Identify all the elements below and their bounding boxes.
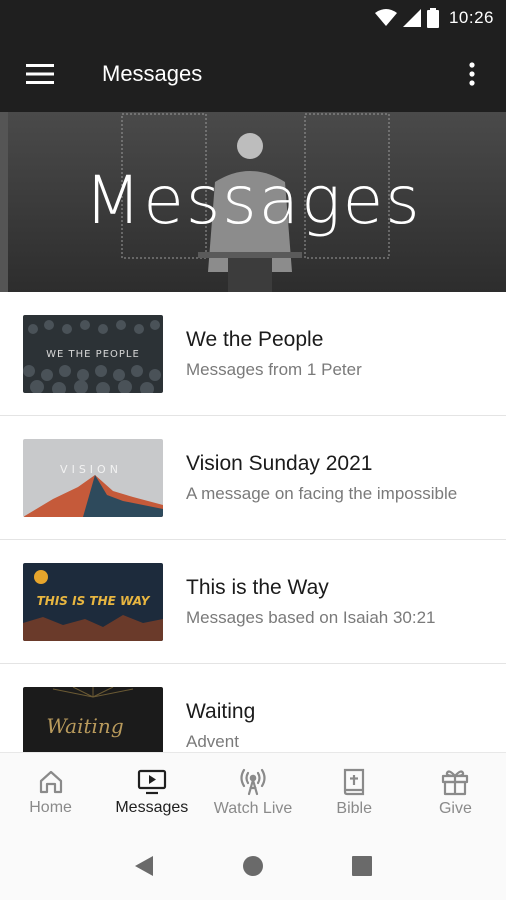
series-thumbnail: Waiting — [23, 686, 163, 752]
series-thumbnail: VISION — [23, 438, 163, 517]
thumb-caption: Waiting — [46, 714, 123, 738]
hamburger-menu-icon — [26, 64, 54, 84]
menu-button[interactable] — [0, 36, 80, 112]
list-item[interactable]: THIS IS THE WAY This is the Way Messages… — [0, 540, 506, 664]
list-item-subtitle: Messages from 1 Peter — [186, 359, 362, 379]
nav-label: Give — [438, 799, 472, 817]
list-item-title: We the People — [186, 327, 324, 351]
back-triangle-icon — [135, 856, 154, 876]
bottom-navigation: Home Messages Watch Live Bible Give — [0, 752, 506, 832]
home-button[interactable] — [233, 846, 273, 886]
list-item-text: Waiting Advent — [186, 700, 506, 752]
more-vert-icon — [469, 62, 475, 86]
thumb-caption: VISION — [60, 463, 122, 476]
list-item-title: Waiting — [186, 699, 256, 723]
list-item[interactable]: VISION Vision Sunday 2021 A message on f… — [0, 416, 506, 540]
gift-icon — [442, 769, 469, 795]
broadcast-icon — [240, 768, 266, 795]
nav-label: Watch Live — [213, 799, 293, 817]
nav-item-watch-live[interactable]: Watch Live — [202, 753, 303, 832]
home-circle-icon — [242, 856, 263, 876]
nav-item-bible[interactable]: Bible — [304, 753, 405, 832]
signal-icon — [402, 9, 421, 27]
list-item-subtitle: A message on facing the impossible — [186, 483, 458, 503]
thumb-caption: THIS IS THE WAY — [37, 594, 151, 608]
nav-item-home[interactable]: Home — [0, 753, 101, 832]
system-navigation-bar — [0, 832, 506, 900]
recents-square-icon — [351, 856, 372, 876]
status-bar: 10:26 — [0, 0, 506, 36]
series-thumbnail: WE THE PEOPLE — [23, 314, 163, 393]
list-item-subtitle: Advent — [186, 731, 239, 751]
app-bar: Messages — [0, 36, 506, 112]
list-item-text: We the People Messages from 1 Peter — [186, 328, 506, 380]
bible-icon — [344, 768, 365, 795]
nav-label: Home — [29, 798, 72, 816]
wifi-icon — [374, 9, 397, 26]
list-item[interactable]: WE THE PEOPLE We the People Messages fro… — [0, 292, 506, 416]
hero-banner: Messages — [0, 112, 506, 292]
list-item-subtitle: Messages based on Isaiah 30:21 — [186, 607, 436, 627]
overflow-menu-button[interactable] — [452, 54, 492, 94]
list-item-text: Vision Sunday 2021 A message on facing t… — [186, 452, 506, 504]
message-series-list: WE THE PEOPLE We the People Messages fro… — [0, 292, 506, 752]
list-item-text: This is the Way Messages based on Isaiah… — [186, 576, 506, 628]
app-bar-title: Messages — [102, 61, 203, 86]
battery-icon — [426, 8, 439, 28]
nav-item-messages[interactable]: Messages — [101, 753, 202, 832]
nav-item-give[interactable]: Give — [405, 753, 506, 832]
tv-play-icon — [137, 769, 166, 794]
status-icons — [374, 8, 439, 28]
thumb-caption: WE THE PEOPLE — [46, 349, 140, 360]
recents-button[interactable] — [342, 846, 382, 886]
status-time: 10:26 — [448, 8, 494, 27]
nav-label: Bible — [336, 799, 372, 817]
back-button[interactable] — [124, 846, 164, 886]
home-icon — [39, 770, 62, 793]
series-thumbnail: THIS IS THE WAY — [23, 562, 163, 641]
list-item-title: This is the Way — [186, 575, 329, 599]
nav-label: Messages — [115, 798, 189, 816]
hero-title: Messages — [84, 162, 422, 239]
list-item-title: Vision Sunday 2021 — [186, 451, 373, 475]
list-item[interactable]: Waiting Waiting Advent — [0, 664, 506, 752]
